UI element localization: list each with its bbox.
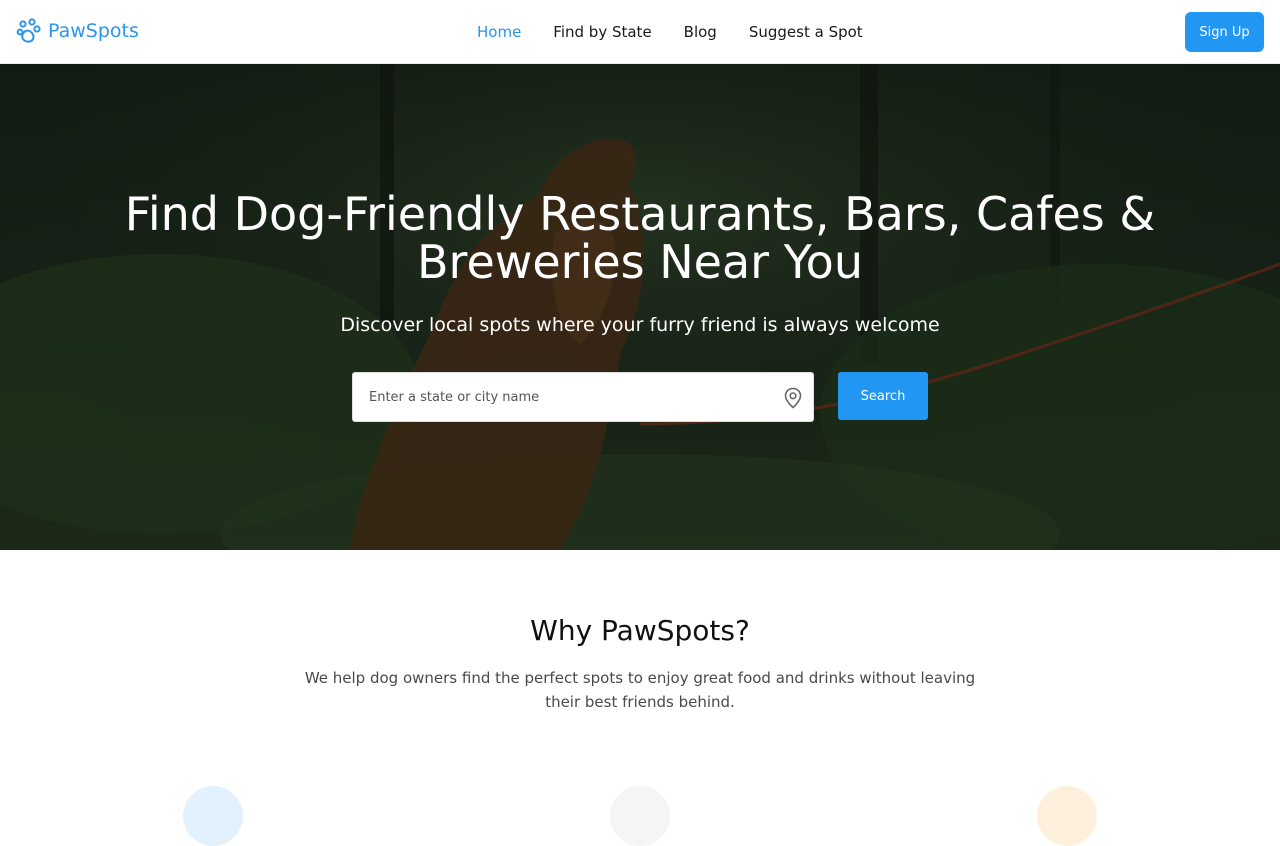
feature-icon-circle [1037,786,1097,846]
hero-title: Find Dog-Friendly Restaurants, Bars, Caf… [124,187,1156,289]
why-description: We help dog owners find the perfect spot… [304,669,976,711]
map-pin-icon [784,387,802,409]
feature-icon-circle [610,786,670,846]
why-title: Why PawSpots? [530,614,750,647]
nav-home[interactable]: Home [461,0,537,64]
brand-logo-link[interactable]: PawSpots [16,18,139,44]
paw-icon [16,18,41,43]
hero-background-image [0,64,1280,550]
nav-blog[interactable]: Blog [668,0,733,64]
hero-subtitle: Discover local spots where your furry fr… [340,314,940,336]
nav-find-by-state[interactable]: Find by State [537,0,667,64]
feature-icon-circle [183,786,243,846]
location-search-input[interactable] [353,373,773,421]
nav-suggest-a-spot[interactable]: Suggest a Spot [733,0,879,64]
main-nav: Home Find by State Blog Suggest a Spot [461,0,879,64]
brand-name: PawSpots [48,20,139,42]
sign-up-button[interactable]: Sign Up [1185,12,1264,52]
location-search-box [352,372,814,422]
top-navbar: PawSpots Home Find by State Blog Suggest… [0,0,1280,64]
hero-section: Find Dog-Friendly Restaurants, Bars, Caf… [0,64,1280,550]
search-button[interactable]: Search [838,372,928,420]
